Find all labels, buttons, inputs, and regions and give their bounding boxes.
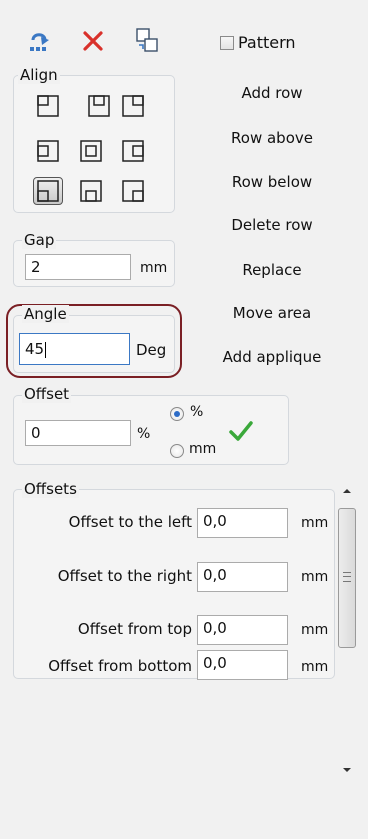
- align-bottom-left-icon: [37, 180, 59, 202]
- insert-icon[interactable]: [27, 28, 53, 54]
- pattern-label: Pattern: [238, 33, 296, 52]
- offset-left-input[interactable]: 0,0: [197, 508, 288, 538]
- offset-top-label: Offset from top: [77, 620, 192, 638]
- offset-percent-radio[interactable]: [170, 407, 184, 421]
- angle-unit: Deg: [136, 341, 167, 359]
- offset-top-input[interactable]: 0,0: [197, 615, 288, 645]
- scroll-up-icon[interactable]: [339, 484, 355, 498]
- offset-unit: %: [137, 426, 151, 442]
- align-legend: Align: [18, 66, 60, 84]
- scroll-grip-icon: [343, 572, 351, 582]
- pattern-checkbox[interactable]: [220, 36, 234, 50]
- offset-right-label: Offset to the right: [57, 567, 192, 585]
- scroll-down-icon[interactable]: [339, 763, 355, 777]
- angle-input[interactable]: 45: [19, 333, 130, 365]
- offset-top-unit: mm: [301, 622, 329, 638]
- offset-right-input[interactable]: 0,0: [197, 562, 288, 592]
- gap-unit: mm: [140, 260, 168, 276]
- align-top-center-icon[interactable]: [88, 95, 110, 117]
- offset-left-unit: mm: [301, 515, 329, 531]
- offsets-legend: Offsets: [22, 480, 79, 498]
- offset-legend: Offset: [22, 385, 72, 403]
- gap-legend: Gap: [22, 231, 57, 249]
- align-bottom-left-button[interactable]: [33, 177, 63, 205]
- align-top-right-icon[interactable]: [122, 95, 144, 117]
- delete-row-button[interactable]: Delete row: [207, 216, 337, 234]
- replace-button[interactable]: Replace: [207, 261, 337, 279]
- copy-area-icon[interactable]: [135, 27, 161, 53]
- align-center-icon[interactable]: [80, 140, 102, 162]
- offset-input[interactable]: 0: [25, 420, 131, 446]
- offset-bottom-unit: mm: [301, 659, 329, 675]
- offset-left-label: Offset to the left: [68, 513, 192, 531]
- align-bottom-center-icon[interactable]: [80, 180, 102, 202]
- offset-mm-label: mm: [189, 441, 217, 457]
- scroll-thumb[interactable]: [338, 508, 356, 648]
- apply-check-icon[interactable]: [228, 418, 254, 444]
- align-top-left-icon[interactable]: [37, 95, 59, 117]
- add-applique-button[interactable]: Add applique: [207, 348, 337, 366]
- row-below-button[interactable]: Row below: [207, 173, 337, 191]
- add-row-button[interactable]: Add row: [207, 84, 337, 102]
- offset-mm-radio[interactable]: [170, 444, 184, 458]
- offset-percent-label: %: [190, 404, 204, 420]
- gap-input[interactable]: 2: [25, 254, 131, 280]
- align-middle-left-icon[interactable]: [37, 140, 59, 162]
- align-middle-right-icon[interactable]: [122, 140, 144, 162]
- offset-bottom-label: Offset from bottom: [48, 657, 192, 675]
- row-above-button[interactable]: Row above: [207, 129, 337, 147]
- delete-icon[interactable]: [82, 30, 104, 52]
- angle-legend: Angle: [22, 305, 69, 323]
- offset-bottom-input[interactable]: 0,0: [197, 650, 288, 680]
- move-area-button[interactable]: Move area: [207, 304, 337, 322]
- align-bottom-right-icon[interactable]: [122, 180, 144, 202]
- offset-right-unit: mm: [301, 569, 329, 585]
- angle-value: 45: [25, 340, 45, 358]
